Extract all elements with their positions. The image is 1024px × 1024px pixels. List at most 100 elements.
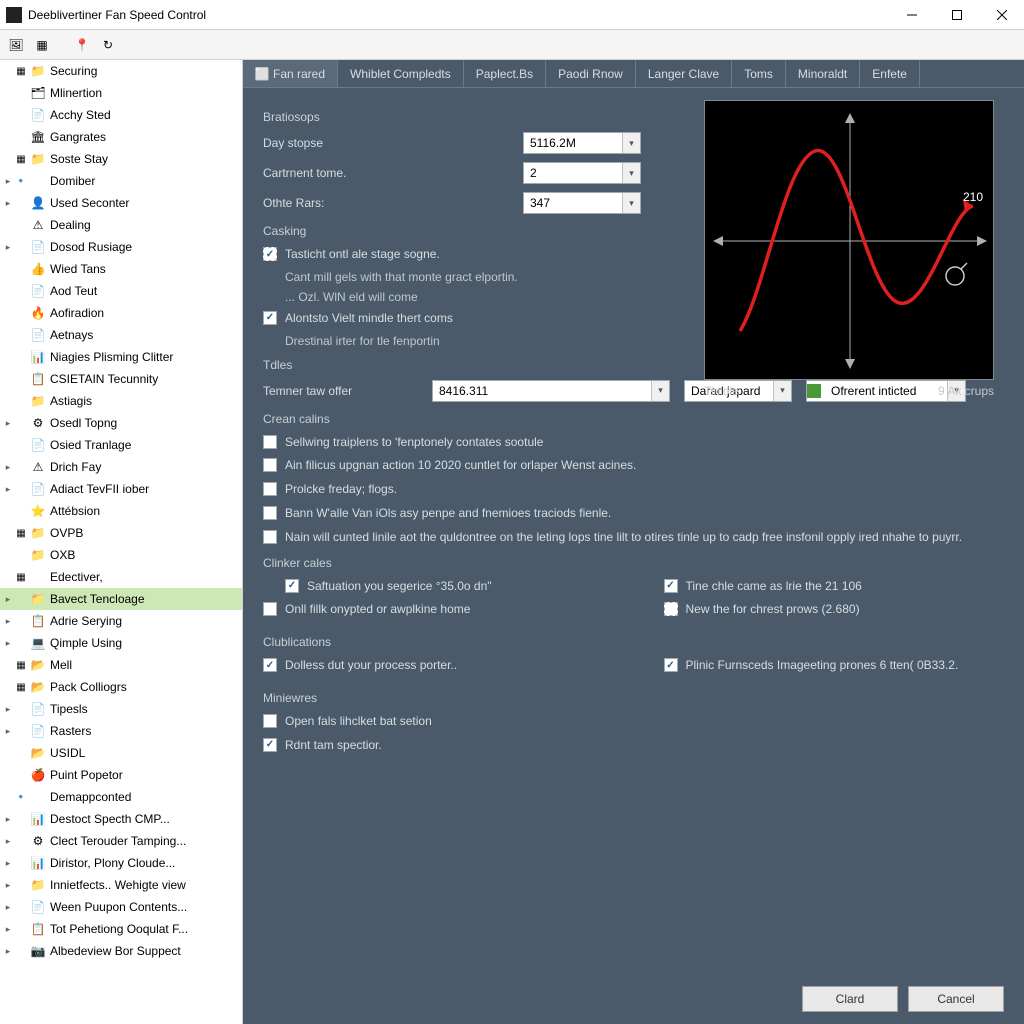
tree-item[interactable]: ⚠Dealing bbox=[0, 214, 242, 236]
tab[interactable]: Langer Clave bbox=[636, 60, 732, 87]
expander-icon[interactable] bbox=[2, 571, 14, 583]
other-rars-input[interactable] bbox=[524, 196, 622, 210]
expander-icon[interactable] bbox=[2, 549, 14, 561]
maximize-button[interactable] bbox=[934, 0, 979, 30]
tree-item[interactable]: 🔥Aofiradion bbox=[0, 302, 242, 324]
tree-item[interactable]: ▸📷Albedeview Bor Suppect bbox=[0, 940, 242, 962]
expander-icon[interactable]: ▸ bbox=[2, 835, 14, 847]
expander-icon[interactable] bbox=[2, 87, 14, 99]
tree-item[interactable]: 👍Wied Tans bbox=[0, 258, 242, 280]
tree-item[interactable]: 📊Niagies Plisming Clitter bbox=[0, 346, 242, 368]
expander-icon[interactable]: ▸ bbox=[2, 879, 14, 891]
mini-check1[interactable] bbox=[263, 714, 277, 728]
tree-item[interactable]: 🔹Demappconted bbox=[0, 786, 242, 808]
toolbar-grid-icon[interactable]: ▦ bbox=[30, 34, 54, 56]
tree-item[interactable]: 📋CSIETAIN Tecunnity bbox=[0, 368, 242, 390]
tree-item[interactable]: ▦📁Securing bbox=[0, 60, 242, 82]
tree-item[interactable]: ▸🔹Domiber bbox=[0, 170, 242, 192]
crean-check5[interactable] bbox=[263, 530, 277, 544]
expander-icon[interactable]: ▸ bbox=[2, 593, 14, 605]
crean-check2[interactable] bbox=[263, 458, 277, 472]
clard-button[interactable]: Clard bbox=[802, 986, 898, 1012]
cartrnent-input[interactable] bbox=[524, 166, 622, 180]
settings-panel[interactable]: 210 Tiniole 9 Ak crups Bratiosops Day st… bbox=[243, 88, 1024, 1024]
expander-icon[interactable] bbox=[2, 285, 14, 297]
expander-icon[interactable] bbox=[2, 395, 14, 407]
tree-item[interactable]: 📄Aetnays bbox=[0, 324, 242, 346]
tree-item[interactable]: ▦Edectiver, bbox=[0, 566, 242, 588]
tree-item[interactable]: 🍎Puint Popetor bbox=[0, 764, 242, 786]
casking-check2[interactable] bbox=[263, 311, 277, 325]
mini-check2[interactable] bbox=[263, 738, 277, 752]
expander-icon[interactable] bbox=[2, 527, 14, 539]
tab[interactable]: Enfete bbox=[860, 60, 920, 87]
clinker-right2-check[interactable] bbox=[664, 602, 678, 616]
sidebar-tree[interactable]: ▦📁Securing🗂Mlinertion📄Acchy Sted🏛Gangrat… bbox=[0, 60, 243, 1024]
expander-icon[interactable]: ▸ bbox=[2, 461, 14, 473]
tree-item[interactable]: ▸📋Tot Pehetiong Ooqulat F... bbox=[0, 918, 242, 940]
tree-item[interactable]: ▸📄Ween Puupon Contents... bbox=[0, 896, 242, 918]
day-stopse-input[interactable] bbox=[524, 136, 622, 150]
tree-item[interactable]: 📂USIDL bbox=[0, 742, 242, 764]
tree-item[interactable]: ▸📄Tipesls bbox=[0, 698, 242, 720]
tree-item[interactable]: 📁Astiagis bbox=[0, 390, 242, 412]
casking-check1[interactable] bbox=[263, 247, 277, 261]
tree-item[interactable]: ▸📁Bavect Tencloage bbox=[0, 588, 242, 610]
expander-icon[interactable] bbox=[2, 153, 14, 165]
expander-icon[interactable]: ▸ bbox=[2, 857, 14, 869]
crean-check3[interactable] bbox=[263, 482, 277, 496]
expander-icon[interactable]: ▸ bbox=[2, 725, 14, 737]
cancel-button[interactable]: Cancel bbox=[908, 986, 1004, 1012]
expander-icon[interactable]: ▸ bbox=[2, 615, 14, 627]
expander-icon[interactable] bbox=[2, 791, 14, 803]
expander-icon[interactable] bbox=[2, 681, 14, 693]
tree-item[interactable]: ▸📄Adiact TevFII iober bbox=[0, 478, 242, 500]
expander-icon[interactable]: ▸ bbox=[2, 923, 14, 935]
expander-icon[interactable] bbox=[2, 373, 14, 385]
toolbar-photo-icon[interactable]: 🖼 bbox=[4, 34, 28, 56]
tree-item[interactable]: ▦📂Pack Colliogrs bbox=[0, 676, 242, 698]
tree-item[interactable]: 📄Acchy Sted bbox=[0, 104, 242, 126]
tab[interactable]: ⬜Fan rared bbox=[243, 60, 338, 87]
expander-icon[interactable]: ▸ bbox=[2, 241, 14, 253]
temner-combo[interactable]: ▾ bbox=[432, 380, 670, 402]
expander-icon[interactable] bbox=[2, 109, 14, 121]
tree-item[interactable]: ▸📄Dosod Rusiage bbox=[0, 236, 242, 258]
tree-item[interactable]: 📁OXB bbox=[0, 544, 242, 566]
chevron-down-icon[interactable]: ▾ bbox=[622, 163, 640, 183]
expander-icon[interactable] bbox=[2, 307, 14, 319]
tree-item[interactable]: ▸⚠Drich Fay bbox=[0, 456, 242, 478]
other-rars-combo[interactable]: ▾ bbox=[523, 192, 641, 214]
expander-icon[interactable] bbox=[2, 131, 14, 143]
expander-icon[interactable]: ▸ bbox=[2, 637, 14, 649]
expander-icon[interactable] bbox=[2, 65, 14, 77]
expander-icon[interactable]: ▸ bbox=[2, 901, 14, 913]
tab[interactable]: Toms bbox=[732, 60, 786, 87]
expander-icon[interactable] bbox=[2, 505, 14, 517]
clinker-left1-check[interactable] bbox=[285, 579, 299, 593]
tree-item[interactable]: ▸💻Qimple Using bbox=[0, 632, 242, 654]
tree-item[interactable]: ▸📁Innietfects.. Wehigte view bbox=[0, 874, 242, 896]
tab[interactable]: Paodi Rnow bbox=[546, 60, 636, 87]
crean-check1[interactable] bbox=[263, 435, 277, 449]
expander-icon[interactable] bbox=[2, 439, 14, 451]
close-button[interactable] bbox=[979, 0, 1024, 30]
crean-check4[interactable] bbox=[263, 506, 277, 520]
expander-icon[interactable] bbox=[2, 747, 14, 759]
expander-icon[interactable] bbox=[2, 769, 14, 781]
tree-item[interactable]: ▦📁Soste Stay bbox=[0, 148, 242, 170]
tree-item[interactable]: 🏛Gangrates bbox=[0, 126, 242, 148]
expander-icon[interactable]: ▸ bbox=[2, 417, 14, 429]
tree-item[interactable]: ▸👤Used Seconter bbox=[0, 192, 242, 214]
tab[interactable]: Whiblet Compledts bbox=[338, 60, 464, 87]
expander-icon[interactable] bbox=[2, 219, 14, 231]
clinker-right1-check[interactable] bbox=[664, 579, 678, 593]
tree-item[interactable]: ▸⚙Clect Terouder Tamping... bbox=[0, 830, 242, 852]
minimize-button[interactable] bbox=[889, 0, 934, 30]
expander-icon[interactable] bbox=[2, 329, 14, 341]
tab[interactable]: Minoraldt bbox=[786, 60, 860, 87]
tree-item[interactable]: 🗂Mlinertion bbox=[0, 82, 242, 104]
tree-item[interactable]: ⭐Attébsion bbox=[0, 500, 242, 522]
club-check2[interactable] bbox=[664, 658, 678, 672]
expander-icon[interactable]: ▸ bbox=[2, 703, 14, 715]
